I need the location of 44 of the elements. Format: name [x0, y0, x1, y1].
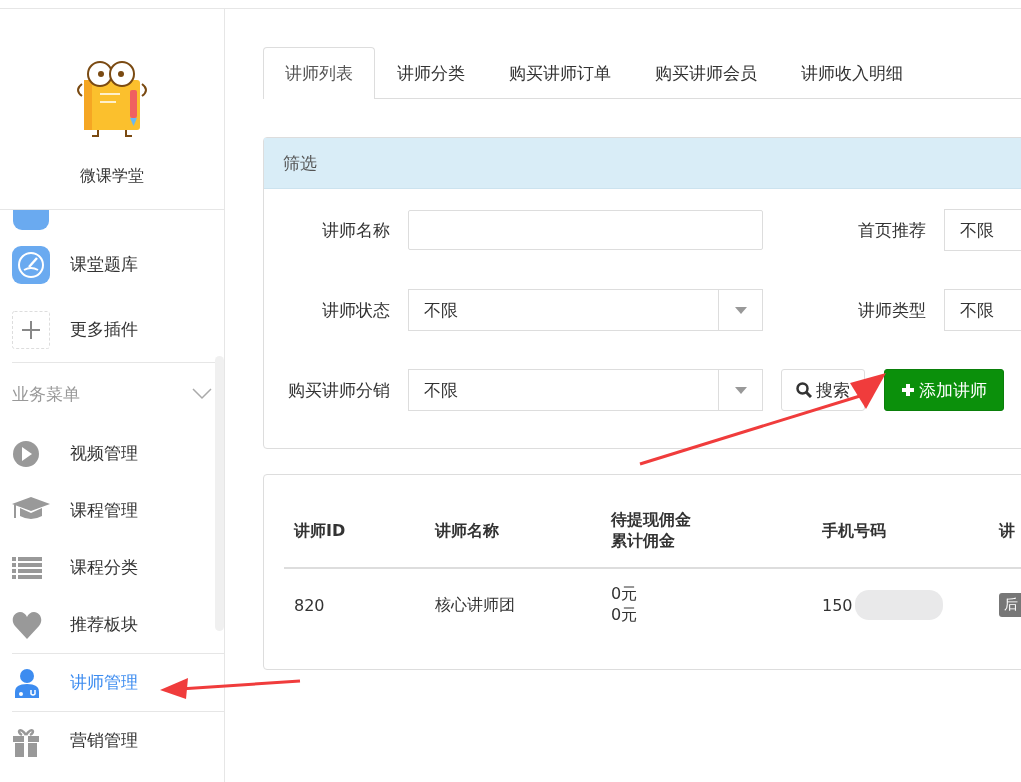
- caret-icon: [734, 306, 747, 314]
- search-button[interactable]: 搜索: [781, 369, 865, 411]
- sidebar-item[interactable]: 课程管理: [70, 499, 138, 522]
- field-label: 讲师类型: [857, 298, 926, 322]
- tab[interactable]: 讲师收入明细: [779, 47, 925, 98]
- tab[interactable]: 购买讲师订单: [487, 47, 633, 98]
- status-badge: 后: [999, 593, 1021, 617]
- table-cell-text: 核心讲师团: [434, 593, 516, 616]
- select-field[interactable]: 不限: [944, 289, 1021, 331]
- field-label: 首页推荐: [857, 218, 926, 242]
- column-header: 手机号码: [812, 495, 989, 569]
- tab[interactable]: 讲师分类: [375, 47, 487, 98]
- search-icon: [796, 382, 812, 398]
- tab[interactable]: 购买讲师会员: [633, 47, 779, 98]
- text-field[interactable]: [408, 210, 763, 250]
- tab[interactable]: 讲师列表: [263, 47, 375, 99]
- table-cell: 150: [822, 595, 853, 615]
- sidebar-item[interactable]: 课堂题库: [70, 253, 138, 276]
- sidebar-item[interactable]: 推荐板块: [70, 613, 138, 636]
- select-field[interactable]: 不限: [408, 289, 763, 331]
- add-button[interactable]: 添加讲师: [884, 369, 1004, 411]
- column-header: 讲师名称: [425, 495, 601, 569]
- column-header: 讲: [989, 495, 1021, 569]
- column-header: 待提现佣金 累计佣金: [601, 495, 812, 569]
- brand-name: 微课学堂: [80, 166, 144, 187]
- sidebar-item[interactable]: 更多插件: [70, 318, 138, 341]
- sidebar-item[interactable]: 课程分类: [70, 556, 138, 579]
- panel-header: 筛选: [264, 138, 1021, 189]
- sidebar-item[interactable]: 营销管理: [70, 729, 138, 752]
- sidebar-item[interactable]: 讲师管理: [70, 671, 138, 694]
- table-cell-text: 820: [293, 594, 326, 617]
- select-field[interactable]: 不限: [408, 369, 763, 411]
- column-header: 讲师ID: [284, 495, 425, 569]
- field-label: 讲师名称: [321, 218, 390, 242]
- scrollbar[interactable]: [215, 356, 224, 631]
- field-label: 讲师状态: [321, 298, 390, 322]
- select-field[interactable]: 不限: [944, 209, 1021, 251]
- field-label: 购买讲师分销: [287, 378, 390, 402]
- plus-icon: [12, 310, 50, 349]
- quiz-icon: [12, 245, 50, 284]
- caret-icon: [734, 386, 747, 394]
- plus-icon: [901, 383, 915, 397]
- table-cell-text: 0元 0元: [610, 583, 639, 626]
- sidebar-item[interactable]: 视频管理: [70, 442, 138, 465]
